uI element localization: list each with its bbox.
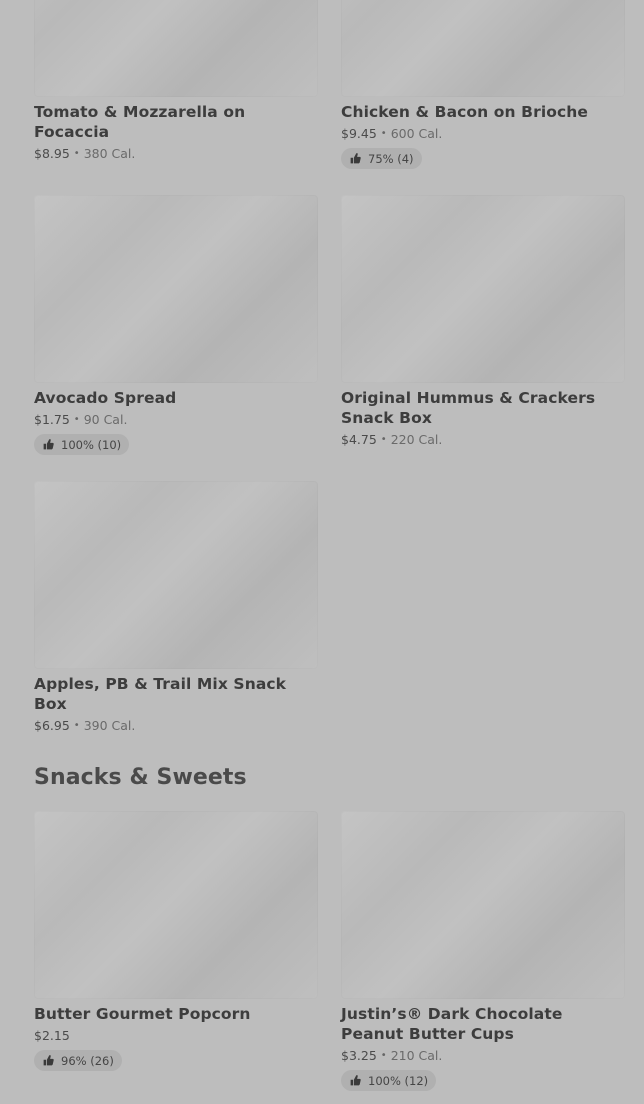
menu-item-image[interactable] bbox=[341, 195, 625, 383]
menu-item-meta: $2.15 bbox=[34, 1027, 318, 1044]
menu-item-meta: $1.75 • 90 Cal. bbox=[34, 411, 318, 428]
menu-item-card[interactable]: Tomato & Mozzarella on Focaccia $8.95 • … bbox=[34, 0, 318, 162]
rating-badge: 100% (12) bbox=[341, 1070, 437, 1091]
meta-separator: • bbox=[380, 1050, 387, 1061]
meta-separator: • bbox=[73, 148, 80, 159]
section-title: Snacks & Sweets bbox=[34, 765, 247, 790]
rating-text: 100% (12) bbox=[368, 1073, 429, 1088]
menu-item-calories: 390 Cal. bbox=[83, 718, 136, 733]
menu-item-image[interactable] bbox=[34, 195, 318, 383]
menu-item-calories: 90 Cal. bbox=[83, 412, 128, 427]
menu-item-calories: 600 Cal. bbox=[390, 126, 443, 141]
thumbs-up-icon bbox=[42, 438, 55, 451]
menu-item-image[interactable] bbox=[341, 811, 625, 999]
menu-item-image[interactable] bbox=[34, 481, 318, 669]
menu-item-name: Apples, PB & Trail Mix Snack Box bbox=[34, 675, 287, 713]
thumbs-up-icon bbox=[349, 152, 362, 165]
rating-badge: 100% (10) bbox=[34, 434, 130, 455]
menu-item-meta: $9.45 • 600 Cal. bbox=[341, 125, 625, 142]
menu-item-calories: 380 Cal. bbox=[83, 146, 136, 161]
menu-item-name: Butter Gourmet Popcorn bbox=[34, 1005, 251, 1023]
meta-separator: • bbox=[380, 128, 387, 139]
thumbs-up-icon bbox=[42, 1054, 55, 1067]
menu-item-card[interactable]: Apples, PB & Trail Mix Snack Box $6.95 •… bbox=[34, 481, 318, 734]
meta-separator: • bbox=[73, 414, 80, 425]
menu-page: Tomato & Mozzarella on Focaccia $8.95 • … bbox=[0, 0, 644, 1104]
menu-item-name: Original Hummus & Crackers Snack Box bbox=[341, 389, 596, 427]
menu-item-meta: $6.95 • 390 Cal. bbox=[34, 717, 318, 734]
menu-item-meta: $4.75 • 220 Cal. bbox=[341, 431, 625, 448]
menu-item-price: $9.45 bbox=[341, 126, 377, 141]
thumbs-up-icon bbox=[349, 1074, 362, 1087]
menu-item-price: $2.15 bbox=[34, 1028, 70, 1043]
menu-item-name: Avocado Spread bbox=[34, 389, 177, 407]
menu-item-name: Chicken & Bacon on Brioche bbox=[341, 103, 589, 121]
menu-item-calories: 210 Cal. bbox=[390, 1048, 443, 1063]
menu-item-meta: $3.25 • 210 Cal. bbox=[341, 1047, 625, 1064]
rating-badge: 96% (26) bbox=[34, 1050, 122, 1071]
menu-item-card[interactable]: Avocado Spread $1.75 • 90 Cal. 100% (10) bbox=[34, 195, 318, 455]
menu-item-meta: $8.95 • 380 Cal. bbox=[34, 145, 318, 162]
menu-item-card[interactable]: Chicken & Bacon on Brioche $9.45 • 600 C… bbox=[341, 0, 625, 169]
menu-item-name: Justin’s® Dark Chocolate Peanut Butter C… bbox=[341, 1005, 563, 1043]
menu-item-price: $6.95 bbox=[34, 718, 70, 733]
meta-separator: • bbox=[380, 434, 387, 445]
menu-item-calories: 220 Cal. bbox=[390, 432, 443, 447]
menu-item-price: $4.75 bbox=[341, 432, 377, 447]
menu-item-image[interactable] bbox=[34, 0, 318, 97]
snack-item-card[interactable]: Justin’s® Dark Chocolate Peanut Butter C… bbox=[341, 811, 625, 1091]
menu-item-price: $1.75 bbox=[34, 412, 70, 427]
rating-text: 75% (4) bbox=[368, 151, 414, 166]
menu-item-name: Tomato & Mozzarella on Focaccia bbox=[34, 103, 246, 141]
snack-item-card[interactable]: Butter Gourmet Popcorn $2.15 96% (26) bbox=[34, 811, 318, 1071]
rating-text: 96% (26) bbox=[61, 1053, 114, 1068]
menu-item-price: $8.95 bbox=[34, 146, 70, 161]
menu-item-price: $3.25 bbox=[341, 1048, 377, 1063]
menu-item-image[interactable] bbox=[341, 0, 625, 97]
rating-text: 100% (10) bbox=[61, 437, 122, 452]
menu-item-card[interactable]: Original Hummus & Crackers Snack Box $4.… bbox=[341, 195, 625, 448]
menu-item-image[interactable] bbox=[34, 811, 318, 999]
meta-separator: • bbox=[73, 720, 80, 731]
rating-badge: 75% (4) bbox=[341, 148, 422, 169]
